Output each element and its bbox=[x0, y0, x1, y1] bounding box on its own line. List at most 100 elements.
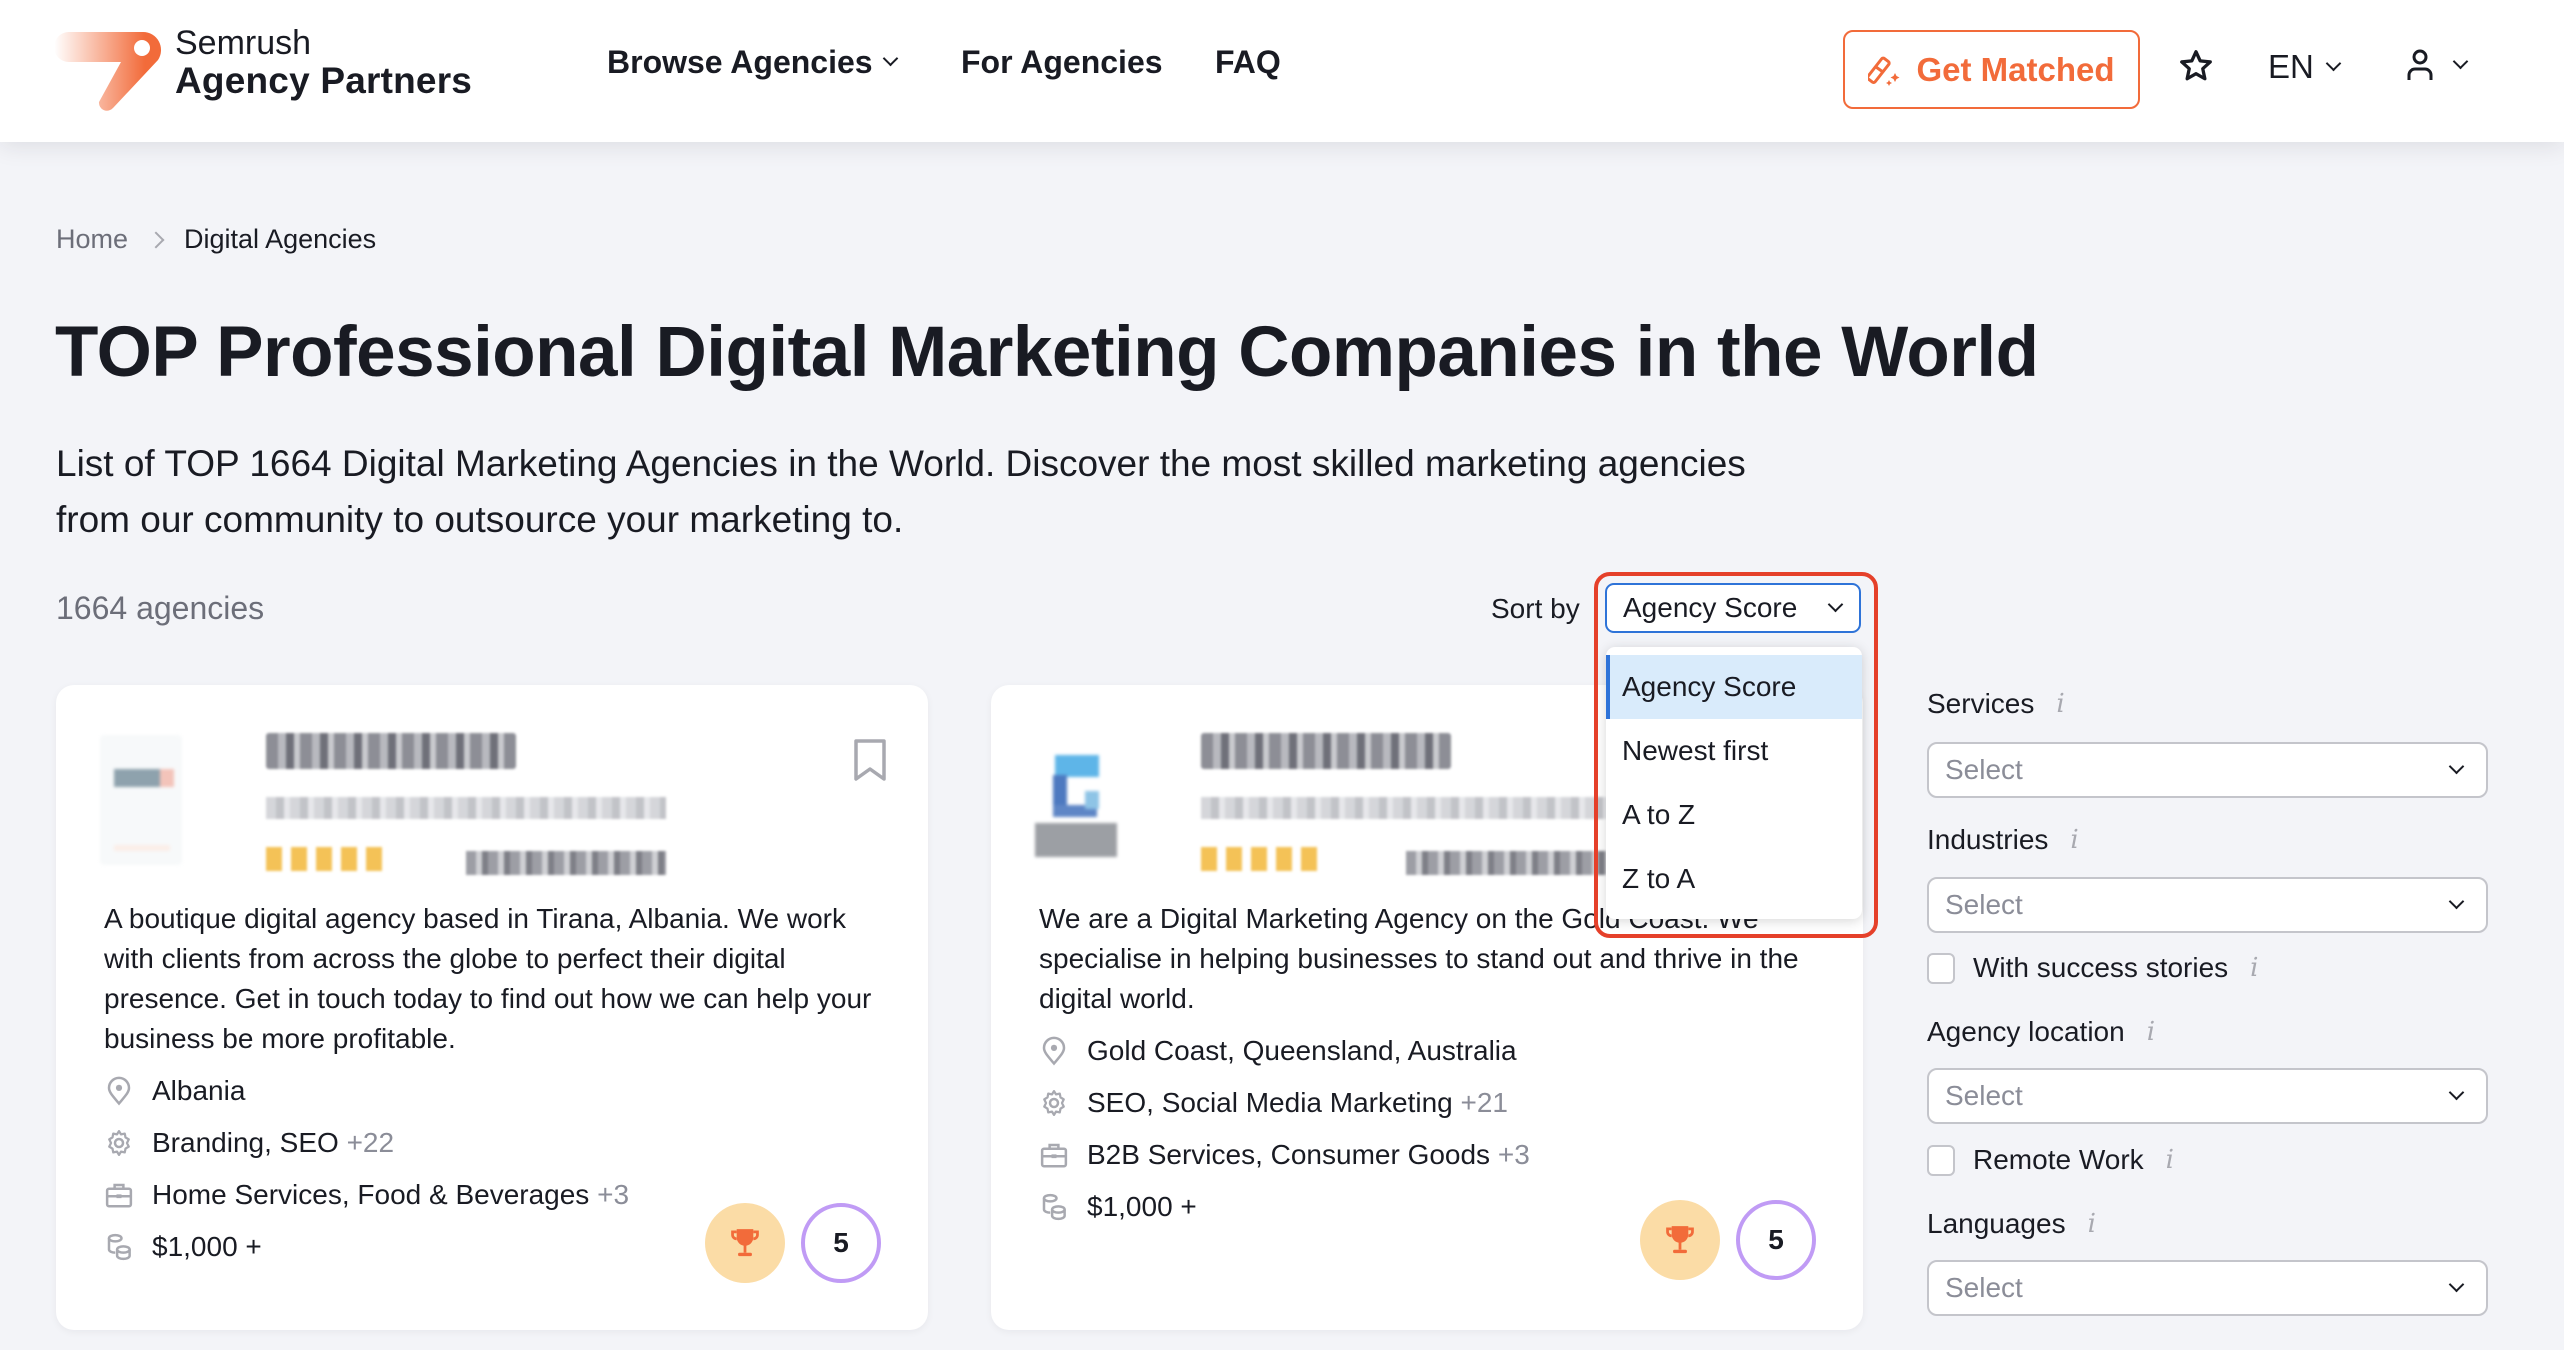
chevron-down-icon bbox=[1827, 596, 1844, 612]
trophy-icon bbox=[1666, 1226, 1694, 1254]
brand-name: Semrush bbox=[175, 24, 312, 62]
agency-score-badge[interactable]: 5 bbox=[801, 1203, 881, 1283]
agency-logo bbox=[100, 735, 182, 865]
info-icon[interactable]: i bbox=[2088, 1209, 2096, 1239]
chevron-down-icon bbox=[2448, 1084, 2465, 1100]
briefcase-icon bbox=[105, 1183, 133, 1208]
magic-wand-icon bbox=[1868, 56, 1900, 86]
budget-text: $1,000 + bbox=[1087, 1191, 1197, 1222]
agency-score-badge[interactable]: 5 bbox=[1736, 1200, 1816, 1280]
agency-description: A boutique digital agency based in Tiran… bbox=[104, 903, 872, 1054]
agency-services: Branding, SEO +22 bbox=[104, 1117, 629, 1169]
agency-services: SEO, Social Media Marketing +21 bbox=[1039, 1077, 1530, 1129]
gear-icon bbox=[108, 1130, 130, 1156]
sort-option-z-to-a[interactable]: Z to A bbox=[1606, 847, 1862, 911]
nav-faq-label: FAQ bbox=[1215, 44, 1281, 80]
get-matched-label: Get Matched bbox=[1916, 50, 2115, 88]
site-header: Semrush Agency Partners Browse Agencies … bbox=[0, 0, 2564, 142]
nav-for-agencies[interactable]: For Agencies bbox=[961, 44, 1163, 81]
industries-text: Home Services, Food & Beverages +3 bbox=[152, 1179, 630, 1210]
nav-for-agencies-label: For Agencies bbox=[961, 44, 1163, 80]
award-badge[interactable] bbox=[1640, 1200, 1720, 1280]
reviews-count-redacted bbox=[1406, 851, 1606, 875]
sort-option-agency-score[interactable]: Agency Score bbox=[1606, 655, 1862, 719]
agency-location: Albania bbox=[104, 1065, 629, 1117]
industries-text: B2B Services, Consumer Goods +3 bbox=[1087, 1139, 1530, 1170]
location-text: Albania bbox=[152, 1075, 246, 1106]
sort-label: Sort by bbox=[1491, 593, 1580, 624]
get-matched-button[interactable]: Get Matched bbox=[1843, 30, 2140, 109]
page-title: TOP Professional Digital Marketing Compa… bbox=[55, 313, 2039, 392]
language-code: EN bbox=[2268, 48, 2314, 85]
filter-languages-label: Languages i bbox=[1927, 1208, 2096, 1239]
page-intro: List of TOP 1664 Digital Marketing Agenc… bbox=[56, 443, 1746, 540]
favorites-star-icon[interactable] bbox=[2178, 48, 2214, 84]
info-icon[interactable]: i bbox=[2070, 825, 2078, 855]
remote-work-checkbox[interactable] bbox=[1927, 1144, 1955, 1176]
filter-services-label: Services i bbox=[1927, 688, 2065, 719]
agency-name-redacted[interactable] bbox=[266, 733, 516, 769]
agency-meta: Gold Coast, Queensland, Australia SEO, S… bbox=[1039, 1025, 1530, 1233]
language-selector[interactable]: EN bbox=[2268, 48, 2342, 86]
info-icon[interactable]: i bbox=[2250, 953, 2258, 983]
agency-budget: $1,000 + bbox=[104, 1221, 629, 1273]
user-icon bbox=[2407, 49, 2433, 80]
reviews-count-redacted bbox=[466, 851, 666, 875]
filter-location-label: Agency location i bbox=[1927, 1016, 2156, 1047]
user-menu[interactable] bbox=[2405, 48, 2469, 82]
nav-faq[interactable]: FAQ bbox=[1215, 44, 1281, 81]
breadcrumb-home[interactable]: Home bbox=[56, 224, 128, 255]
sort-dropdown-menu: Agency Score Newest first A to Z Z to A bbox=[1606, 647, 1862, 919]
location-text: Gold Coast, Queensland, Australia bbox=[1087, 1035, 1517, 1066]
filter-success-stories[interactable]: With success stories i bbox=[1927, 952, 2259, 984]
gear-icon bbox=[1043, 1090, 1065, 1116]
trophy-icon bbox=[731, 1229, 759, 1257]
results-count: 1664 agencies bbox=[56, 590, 265, 626]
chevron-down-icon bbox=[2452, 53, 2469, 69]
agency-tagline-redacted bbox=[1201, 797, 1611, 819]
rating-stars bbox=[1201, 847, 1317, 871]
filter-location-select[interactable]: Select bbox=[1927, 1068, 2488, 1124]
filter-languages-select[interactable]: Select bbox=[1927, 1260, 2488, 1316]
chevron-right-icon bbox=[147, 231, 165, 248]
services-text: SEO, Social Media Marketing +21 bbox=[1087, 1087, 1508, 1118]
sort-option-newest-first[interactable]: Newest first bbox=[1606, 719, 1862, 783]
filter-services-select[interactable]: Select bbox=[1927, 742, 2488, 798]
agency-location: Gold Coast, Queensland, Australia bbox=[1039, 1025, 1530, 1077]
coins-icon bbox=[1042, 1193, 1066, 1221]
location-pin-icon bbox=[107, 1076, 131, 1106]
info-icon[interactable]: i bbox=[2166, 1145, 2174, 1175]
nav-browse-agencies[interactable]: Browse Agencies bbox=[607, 44, 898, 81]
location-pin-icon bbox=[1042, 1036, 1066, 1066]
agency-meta: Albania Branding, SEO +22 Home Services,… bbox=[104, 1065, 629, 1273]
chevron-down-icon bbox=[2325, 55, 2342, 71]
breadcrumb-current: Digital Agencies bbox=[184, 224, 377, 254]
chevron-down-icon bbox=[2448, 893, 2465, 909]
chevron-down-icon bbox=[882, 50, 898, 67]
info-icon[interactable]: i bbox=[2056, 689, 2064, 719]
budget-text: $1,000 + bbox=[152, 1231, 262, 1262]
services-text: Branding, SEO +22 bbox=[152, 1127, 395, 1158]
filter-industries-label: Industries i bbox=[1927, 824, 2079, 855]
agency-industries: Home Services, Food & Beverages +3 bbox=[104, 1169, 629, 1221]
brand-product: Agency Partners bbox=[175, 60, 473, 101]
sort-selected-value: Agency Score bbox=[1623, 592, 1798, 623]
award-badge[interactable] bbox=[705, 1203, 785, 1283]
sort-select[interactable]: Agency Score bbox=[1605, 583, 1861, 633]
agency-card[interactable]: A boutique digital agency based in Tiran… bbox=[56, 685, 928, 1330]
sort-option-a-to-z[interactable]: A to Z bbox=[1606, 783, 1862, 847]
info-icon[interactable]: i bbox=[2147, 1017, 2155, 1047]
agency-logo bbox=[1035, 735, 1117, 865]
agency-budget: $1,000 + bbox=[1039, 1181, 1530, 1233]
rating-stars bbox=[266, 847, 382, 871]
agency-name-redacted[interactable] bbox=[1201, 733, 1451, 769]
filter-remote-work[interactable]: Remote Work i bbox=[1927, 1144, 2174, 1176]
filter-industries-select[interactable]: Select bbox=[1927, 877, 2488, 933]
agency-industries: B2B Services, Consumer Goods +3 bbox=[1039, 1129, 1530, 1181]
bookmark-icon[interactable] bbox=[852, 737, 888, 783]
breadcrumb: Home Digital Agencies bbox=[56, 224, 376, 255]
chevron-down-icon bbox=[2448, 1276, 2465, 1292]
coins-icon bbox=[107, 1233, 131, 1261]
semrush-logo-icon[interactable] bbox=[55, 26, 165, 112]
success-stories-checkbox[interactable] bbox=[1927, 952, 1955, 984]
